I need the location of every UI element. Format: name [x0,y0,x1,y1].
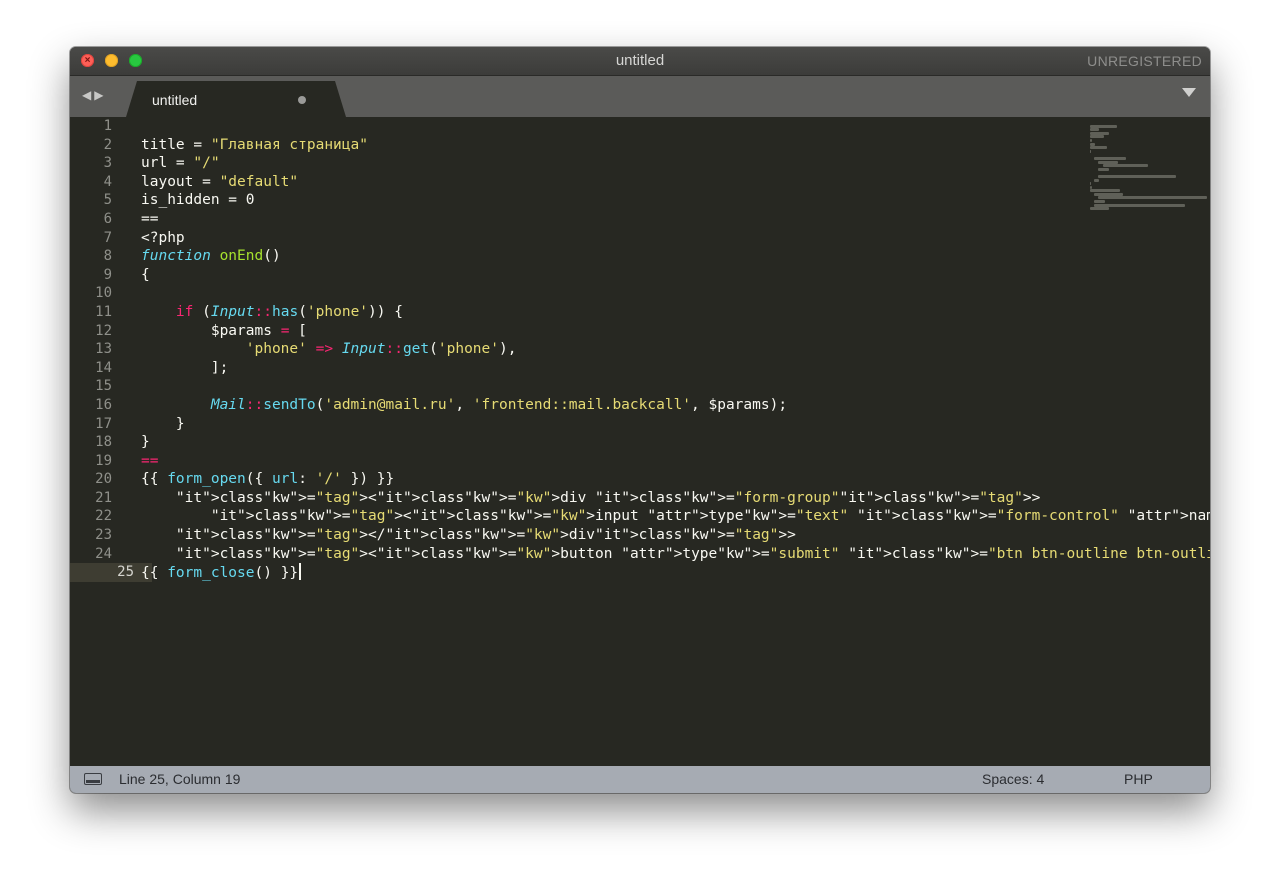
window-title: untitled [615,52,665,69]
status-bar: Line 25, Column 19 Spaces: 4 PHP [70,766,1210,793]
line-number: 15 [95,378,112,395]
minimap-line [1090,189,1120,193]
minimap-line [1090,124,1117,128]
line-number: 7 [103,229,112,246]
code-line[interactable]: } [141,415,1090,434]
minimap-line [1098,196,1207,200]
minimap-line [1090,138,1092,142]
line-number: 3 [103,155,112,172]
code-area[interactable]: title = "Главная страница" url = "/" layou… [141,117,1210,582]
line-number: 2 [103,136,112,153]
code-line[interactable]: "it">class"kw">="tag"><"it">class"kw">="… [141,545,1210,564]
code-line[interactable]: == [141,452,1090,471]
title-bar[interactable]: × untitled UNREGISTERED [70,47,1210,76]
minimap-line [1090,146,1107,150]
minimap-line [1094,192,1123,196]
line-number: 1 [103,118,112,134]
code-line[interactable]: {{ form_close() }} [141,563,1090,582]
code-line[interactable]: <?php [141,229,1090,248]
code-line[interactable]: "it">class"kw">="tag"><"it">class"kw">="… [141,489,1090,508]
tab-bar: ◀▶ untitled [70,76,1210,117]
code-line[interactable]: == [141,210,1090,229]
tab-back-arrow-icon[interactable]: ◀ [82,88,94,102]
code-line[interactable] [141,117,1090,136]
unsaved-dot-icon[interactable] [298,96,306,104]
code-editor[interactable]: 1 2 3 4 5 6 7 8 9 10 11 12 13 14 15 16 17 18 19 20 21 22 23 24 2… [70,117,1210,766]
minimap-line [1094,156,1126,160]
code-line[interactable]: url = "/" [141,154,1090,173]
line-number: 25 [70,563,152,582]
code-line[interactable]: layout = "default" [141,173,1090,192]
code-line[interactable] [141,284,1090,303]
code-line[interactable]: 'phone' => Input::get('phone'), [141,340,1090,359]
code-line[interactable]: function onEnd() [141,247,1090,266]
minimap-line [1090,131,1109,135]
line-number: 20 [95,471,112,488]
minimap-line [1090,142,1095,146]
line-number: 19 [95,452,112,469]
minimap-line [1098,160,1118,164]
minimap-line [1094,178,1099,182]
minimap-line [1094,203,1185,207]
line-number: 24 [95,545,112,562]
line-number: 8 [103,248,112,265]
line-number: 6 [103,210,112,227]
tab-untitled[interactable]: untitled [126,81,346,117]
tab-list-dropdown-icon[interactable] [1182,88,1196,97]
code-line[interactable]: {{ form_open({ url: '/' }) }} [141,470,1090,489]
cursor-position[interactable]: Line 25, Column 19 [119,766,240,793]
minimap[interactable] [1090,121,1207,211]
code-line[interactable] [141,377,1090,396]
tab-forward-arrow-icon[interactable]: ▶ [94,88,106,102]
code-line[interactable]: } [141,433,1090,452]
line-number: 23 [95,527,112,544]
minimap-line [1090,182,1091,186]
code-line[interactable]: title = "Главная страница" [141,136,1090,155]
line-number: 11 [95,303,112,320]
line-number: 4 [103,173,112,190]
code-line[interactable]: $params = [ [141,322,1090,341]
code-line[interactable]: Mail::sendTo('admin@mail.ru', 'frontend:… [141,396,1090,415]
panel-toggle-icon[interactable] [84,773,102,785]
syntax-selector[interactable]: PHP [1124,766,1153,793]
minimap-line [1090,135,1104,139]
line-number: 17 [95,415,112,432]
line-number: 21 [95,489,112,506]
line-number: 22 [95,508,112,525]
indentation-setting[interactable]: Spaces: 4 [982,766,1044,793]
line-number: 9 [103,266,112,283]
line-number: 13 [95,341,112,358]
minimap-line [1098,174,1176,178]
code-line[interactable]: if (Input::has('phone')) { [141,303,1090,322]
minimap-line [1098,167,1109,171]
line-number-gutter: 1 2 3 4 5 6 7 8 9 10 11 12 13 14 15 16 17 18 19 20 21 22 23 24 2… [70,117,152,582]
editor-window: × untitled UNREGISTERED ◀▶ untitled 1234… [70,47,1210,793]
minimap-line [1090,207,1109,211]
minimap-line [1094,200,1105,204]
license-status: UNREGISTERED [1087,53,1202,69]
minimap-line [1090,149,1091,153]
line-number: 12 [95,322,112,339]
minimap-line [1090,128,1099,132]
text-caret [299,563,302,581]
line-number: 10 [95,285,112,302]
minimap-line [1090,185,1092,189]
minimap-line [1103,164,1148,168]
code-line[interactable]: "it">class"kw">="tag"></"it">class"kw">=… [141,526,1090,545]
line-number: 14 [95,359,112,376]
tab-navigation: ◀▶ [82,88,106,102]
line-number: 18 [95,434,112,451]
code-line[interactable]: is_hidden = 0 [141,191,1090,210]
line-number: 5 [103,192,112,209]
code-line[interactable]: "it">class"kw">="tag"><"it">class"kw">="… [141,507,1210,526]
tab-label: untitled [152,92,198,108]
code-line[interactable]: ]; [141,359,1090,378]
code-line[interactable]: { [141,266,1090,285]
line-number: 16 [95,396,112,413]
